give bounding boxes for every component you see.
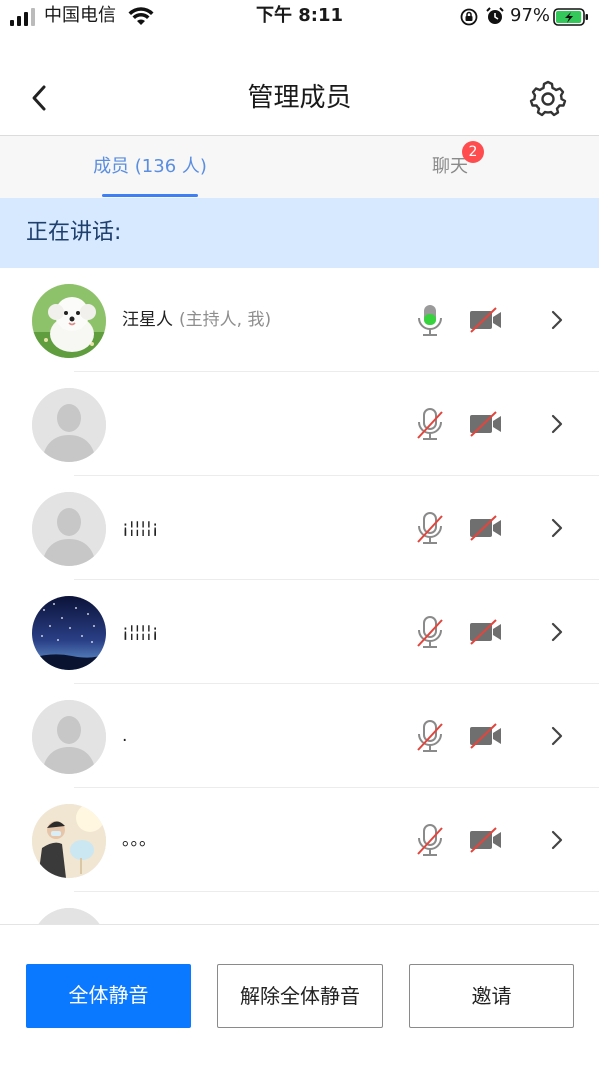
manage-members-screen: 中国电信 下午 8:11 97% 管理成员 成员 (136 人) 聊天 2 正在… <box>0 0 599 1067</box>
camera-off-icon[interactable] <box>468 722 504 750</box>
microphone-muted-icon[interactable] <box>414 718 446 754</box>
avatar <box>32 700 106 774</box>
member-row[interactable]: ¡¦¦¦¦¡ <box>0 580 599 684</box>
member-list[interactable]: 汪星人 (主持人, 我) ¡¦¦¦¦¡ ¡¦¦¦¦¡. 。。。 <box>0 268 599 924</box>
camera-off-icon[interactable] <box>468 306 504 334</box>
member-name-text: ¡¦¦¦¦¡ <box>122 518 159 538</box>
bottom-action-bar: 全体静音 解除全体静音 邀请 <box>0 924 599 1067</box>
gear-icon[interactable] <box>528 79 568 119</box>
member-role-tag: (主持人, 我) <box>179 310 272 330</box>
member-name-text: 汪星人 <box>122 310 173 330</box>
microphone-muted-icon[interactable] <box>414 510 446 546</box>
member-name: 汪星人 (主持人, 我) <box>122 308 271 332</box>
avatar <box>32 596 106 670</box>
member-name: 。。。 <box>122 828 156 852</box>
invite-button[interactable]: 邀请 <box>409 964 574 1028</box>
member-name: ¡¦¦¦¦¡ <box>122 516 159 540</box>
member-row[interactable]: . <box>0 684 599 788</box>
camera-off-icon[interactable] <box>468 410 504 438</box>
unmute-all-button[interactable]: 解除全体静音 <box>217 964 383 1028</box>
chevron-right-icon[interactable] <box>546 410 566 438</box>
speaking-banner: 正在讲话: <box>0 198 599 268</box>
microphone-active-icon[interactable] <box>414 302 446 338</box>
tab-members[interactable]: 成员 (136 人) <box>90 136 210 198</box>
avatar <box>32 908 106 924</box>
camera-off-icon[interactable] <box>468 618 504 646</box>
avatar <box>32 804 106 878</box>
member-row[interactable]: ¡¦¦¦¦¡ <box>0 476 599 580</box>
chevron-right-icon[interactable] <box>546 618 566 646</box>
member-name-text: ¡¦¦¦¦¡ <box>122 622 159 642</box>
member-name: ¡¦¦¦¦¡ <box>122 620 159 644</box>
avatar <box>32 388 106 462</box>
speaking-label: 正在讲话: <box>26 220 122 245</box>
alarm-icon <box>486 7 504 24</box>
microphone-muted-icon[interactable] <box>414 406 446 442</box>
chevron-right-icon[interactable] <box>546 514 566 542</box>
rotation-lock-icon <box>460 8 478 26</box>
page-title: 管理成员 <box>247 83 352 113</box>
microphone-muted-icon[interactable] <box>414 822 446 858</box>
member-name-text: 。。。 <box>122 830 156 850</box>
tab-active-indicator <box>102 194 198 197</box>
chevron-right-icon[interactable] <box>546 722 566 750</box>
member-row-partial[interactable] <box>0 892 599 924</box>
battery-percent: 97% <box>510 5 551 26</box>
battery-charging-icon <box>553 8 588 26</box>
nav-bar: 管理成员 <box>0 60 599 136</box>
chat-unread-badge: 2 <box>462 141 484 163</box>
microphone-muted-icon[interactable] <box>414 614 446 650</box>
mute-all-button[interactable]: 全体静音 <box>26 964 191 1028</box>
member-name: . <box>122 724 127 748</box>
avatar <box>32 492 106 566</box>
camera-off-icon[interactable] <box>468 514 504 542</box>
member-tabs: 成员 (136 人) 聊天 <box>0 136 599 198</box>
avatar <box>32 284 106 358</box>
member-row[interactable]: 汪星人 (主持人, 我) <box>0 268 599 372</box>
member-name-text: . <box>122 726 128 746</box>
chevron-right-icon[interactable] <box>546 826 566 854</box>
chevron-right-icon[interactable] <box>546 306 566 334</box>
member-row[interactable]: 。。。 <box>0 788 599 892</box>
member-row[interactable] <box>0 372 599 476</box>
chevron-left-icon[interactable] <box>22 80 58 116</box>
status-bar: 中国电信 下午 8:11 97% <box>0 0 599 34</box>
camera-off-icon[interactable] <box>468 826 504 854</box>
